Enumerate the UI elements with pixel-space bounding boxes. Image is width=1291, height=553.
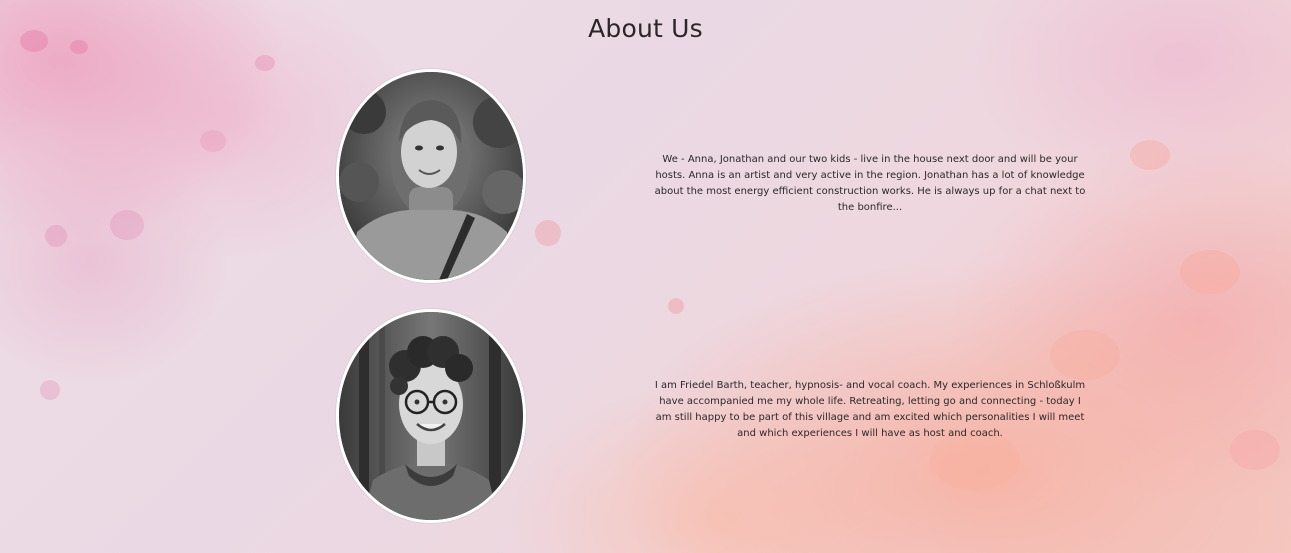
bio-text-friedel: I am Friedel Barth, teacher, hypnosis- a… — [654, 380, 1086, 439]
page-title: About Us — [588, 14, 703, 43]
background-speckle — [535, 220, 561, 246]
background-speckle — [200, 130, 226, 152]
background-speckle — [40, 380, 60, 400]
portrait-woman-glasses-image — [339, 312, 523, 520]
background-speckle — [255, 55, 275, 71]
bio-text-hosts: We - Anna, Jonathan and our two kids - l… — [654, 154, 1086, 213]
background-speckle — [110, 210, 144, 240]
background-speckle — [668, 298, 684, 314]
background-speckle — [1050, 330, 1120, 380]
background-speckle — [45, 225, 67, 247]
portrait-photo-friedel — [336, 309, 526, 523]
background-speckle — [1130, 140, 1170, 170]
background-speckle — [1180, 250, 1240, 294]
portrait-woman-turtleneck-image — [339, 72, 523, 280]
portrait-photo-anna — [336, 69, 526, 283]
background-speckle — [1230, 430, 1280, 470]
